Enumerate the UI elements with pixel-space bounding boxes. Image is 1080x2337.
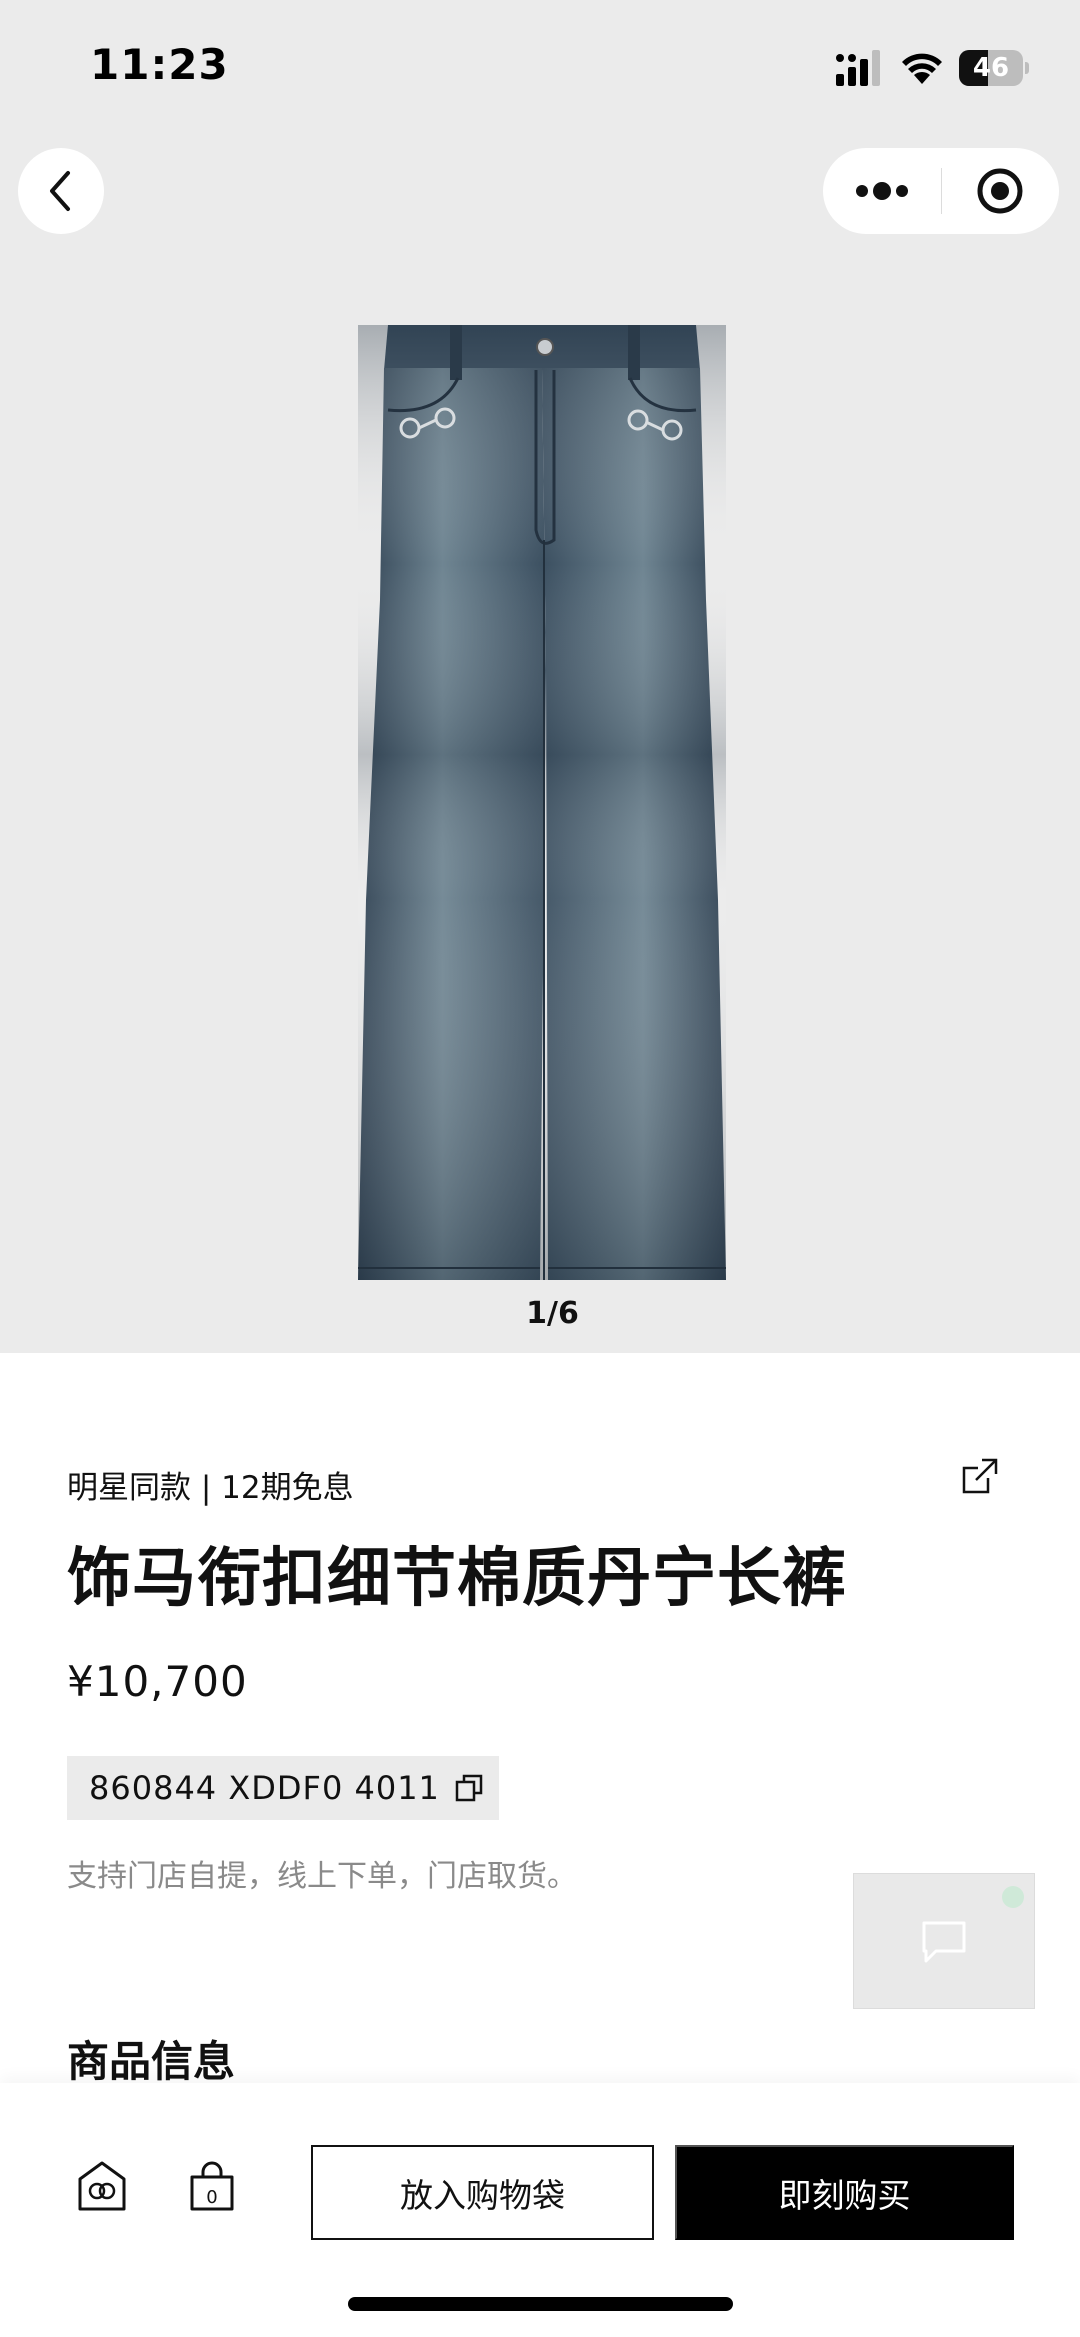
status-bar: 11:23 46 xyxy=(0,0,1080,140)
target-close-icon xyxy=(977,168,1023,214)
status-time: 11:23 xyxy=(90,40,229,89)
chevron-left-icon xyxy=(50,171,70,211)
product-title: 饰马衔扣细节棉质丹宁长裤 xyxy=(67,1542,847,1616)
section-title-product-info: 商品信息 xyxy=(67,2037,236,2086)
copy-icon xyxy=(455,1774,483,1802)
mini-program-capsule xyxy=(823,148,1059,234)
pickup-note: 支持门店自提，线上下单，门店取货。 xyxy=(67,1859,577,1894)
wifi-icon xyxy=(902,53,942,84)
share-icon[interactable] xyxy=(960,1456,1000,1496)
close-mini-program-button[interactable] xyxy=(941,148,1059,234)
chat-bubble-icon xyxy=(922,1921,966,1963)
signal-icon xyxy=(836,50,880,86)
store-logo-icon[interactable] xyxy=(76,2159,128,2213)
back-button[interactable] xyxy=(18,148,104,234)
more-button[interactable] xyxy=(823,148,941,234)
product-sku: 860844 XDDF0 4011 xyxy=(89,1769,440,1807)
shopping-bag-button[interactable]: 0 xyxy=(188,2161,236,2213)
battery-level: 46 xyxy=(972,53,1010,83)
chat-button[interactable] xyxy=(853,1873,1035,2009)
product-tags: 明星同款 | 12期免息 xyxy=(67,1470,354,1506)
image-counter: 1/6 xyxy=(526,1296,579,1331)
more-dots-icon xyxy=(856,182,908,200)
product-gallery[interactable]: 11:23 46 1/6 xyxy=(0,0,1080,1353)
product-price: ¥10,700 xyxy=(67,1657,248,1706)
home-indicator xyxy=(348,2297,733,2311)
sku-copy-button[interactable]: 860844 XDDF0 4011 xyxy=(67,1756,499,1820)
add-to-bag-button[interactable]: 放入购物袋 xyxy=(311,2145,654,2240)
battery-icon: 46 xyxy=(959,50,1029,86)
bag-count: 0 xyxy=(206,2187,217,2208)
chat-status-dot xyxy=(1002,1886,1024,1908)
denim-jeans-photo[interactable] xyxy=(340,300,740,1300)
buy-now-button[interactable]: 即刻购买 xyxy=(675,2145,1014,2240)
shopping-bag-icon: 0 xyxy=(190,2161,234,2211)
